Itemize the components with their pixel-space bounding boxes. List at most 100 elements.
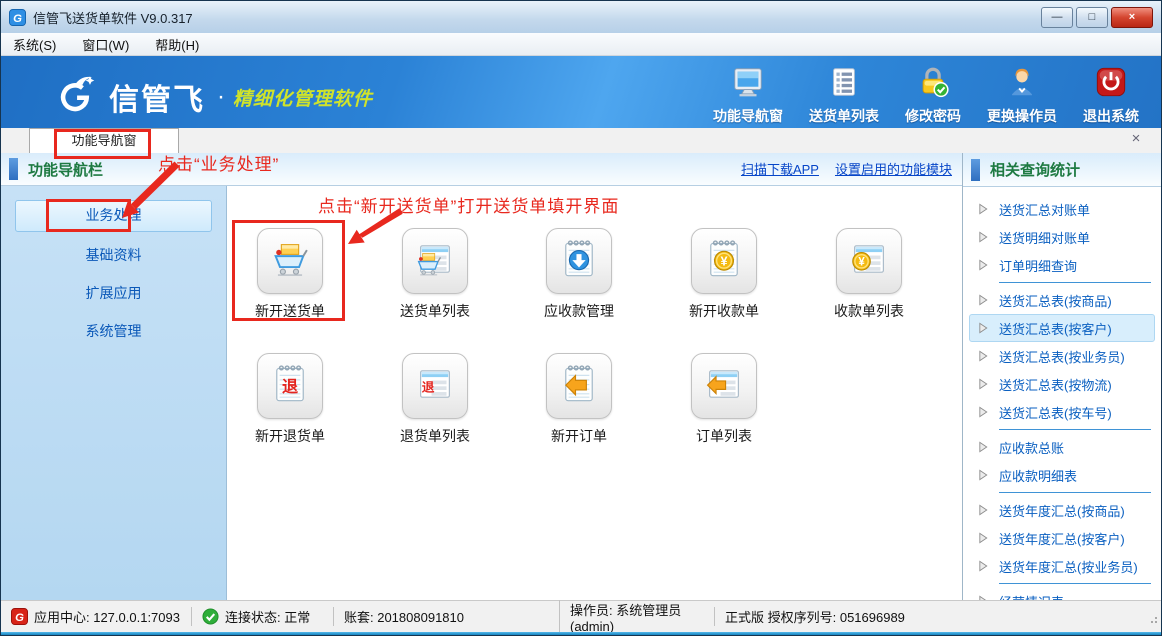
query-item-label: 送货汇总表(按业务员) (999, 347, 1125, 366)
toolbar-button-switch-operator[interactable]: 更换操作员 (987, 65, 1057, 126)
list-divider (999, 429, 1151, 430)
tile-new-return-note[interactable]: 退新开退货单 (225, 353, 355, 446)
brand-tagline: 精细化管理软件 (233, 84, 373, 111)
query-item[interactable]: 送货汇总表(按物流) (969, 370, 1155, 398)
accent-bar (971, 159, 980, 181)
notepad-coin-icon: ¥ (701, 236, 747, 287)
query-item[interactable]: 订单明细查询 (969, 251, 1155, 279)
tile-delivery-note-list[interactable]: 送货单列表 (370, 228, 500, 321)
tab-nav-window[interactable]: 功能导航窗 (29, 128, 179, 153)
monitor-icon (731, 65, 765, 104)
menu-item-system[interactable]: 系统(S) (13, 35, 56, 54)
close-button[interactable]: × (1111, 7, 1153, 28)
triangle-right-icon (978, 294, 989, 306)
query-item-label: 应收款总账 (999, 438, 1064, 457)
cart-icon (267, 236, 313, 287)
query-item-label: 送货汇总表(按客户) (999, 319, 1112, 338)
tile-return-note-list[interactable]: 退退货单列表 (370, 353, 500, 446)
query-item[interactable]: 送货年度汇总(按商品) (969, 496, 1155, 524)
tile-order-list[interactable]: 订单列表 (659, 353, 789, 446)
toolbar-button-nav-window[interactable]: 功能导航窗 (713, 65, 783, 126)
svg-text:¥: ¥ (720, 254, 727, 268)
tile-button-receivables-management[interactable] (546, 228, 612, 294)
toolbar-button-exit-system[interactable]: 退出系统 (1083, 65, 1139, 126)
notepad-back-icon (556, 361, 602, 412)
link-scan-download-app[interactable]: 扫描下载APP (741, 162, 819, 177)
status-bar: G应用中心: 127.0.0.1:7093连接状态: 正常账套: 2018080… (1, 600, 1161, 635)
triangle-right-icon (978, 231, 989, 243)
menu-item-help[interactable]: 帮助(H) (155, 35, 199, 54)
tile-label: 退货单列表 (370, 426, 500, 446)
restore-button[interactable]: □ (1076, 7, 1108, 28)
sidebar-item-basic-data[interactable]: 基础资料 (15, 240, 212, 270)
brand-separator: · (217, 83, 225, 111)
toolbar-button-change-password[interactable]: 修改密码 (905, 65, 961, 126)
window-return-icon: 退 (412, 361, 458, 412)
notepad-download-icon (556, 236, 602, 287)
tile-button-new-receipt[interactable]: ¥ (691, 228, 757, 294)
status-label: 账套: 201808091810 (344, 607, 464, 626)
query-list: 送货汇总对账单送货明细对账单订单明细查询送货汇总表(按商品) 送货汇总表(按客户)… (963, 187, 1161, 615)
menu-bar: 系统(S) 窗口(W) 帮助(H) (1, 33, 1161, 56)
resize-grip-icon[interactable] (1147, 612, 1159, 630)
tile-button-return-note-list[interactable]: 退 (402, 353, 468, 419)
accent-bar (9, 158, 18, 180)
list-divider (999, 282, 1151, 283)
query-item-label: 送货年度汇总(按客户) (999, 529, 1125, 548)
tile-button-receipt-list[interactable]: ¥ (836, 228, 902, 294)
tile-button-new-order[interactable] (546, 353, 612, 419)
svg-text:G: G (15, 612, 24, 624)
triangle-right-icon (978, 504, 989, 516)
query-panel-header: 相关查询统计 (963, 153, 1161, 187)
tab-close-icon[interactable]: × (1127, 130, 1145, 148)
tile-receivables-management[interactable]: 应收款管理 (514, 228, 644, 321)
query-panel-title: 相关查询统计 (990, 159, 1080, 180)
triangle-right-icon (978, 322, 989, 334)
toolbar-label: 功能导航窗 (713, 106, 783, 126)
app-logo-red-icon: G (11, 608, 28, 625)
svg-text:G: G (13, 12, 22, 24)
app-window: G 信管飞送货单软件 V9.0.317 —□× 系统(S)窗口(W)帮助(H) … (0, 0, 1162, 636)
query-item[interactable]: 送货汇总表(按客户) (969, 314, 1155, 342)
tile-button-delivery-note-list[interactable] (402, 228, 468, 294)
toolbar-button-delivery-note-list[interactable]: 送货单列表 (809, 65, 879, 126)
triangle-right-icon (978, 560, 989, 572)
triangle-right-icon (978, 469, 989, 481)
minimize-button[interactable]: — (1041, 7, 1073, 28)
tile-new-delivery-note[interactable]: 新开送货单 (225, 228, 355, 321)
query-item[interactable]: 送货汇总表(按商品) (969, 286, 1155, 314)
query-item-label: 送货汇总对账单 (999, 200, 1090, 219)
query-item[interactable]: 送货年度汇总(按客户) (969, 524, 1155, 552)
tile-button-order-list[interactable] (691, 353, 757, 419)
query-item[interactable]: 送货年度汇总(按业务员) (969, 552, 1155, 580)
sidebar-item-system-management[interactable]: 系统管理 (15, 316, 212, 346)
query-item[interactable]: 送货汇总表(按业务员) (969, 342, 1155, 370)
query-item[interactable]: 应收款明细表 (969, 461, 1155, 489)
sidebar-item-business-processing[interactable]: 业务处理 (15, 200, 212, 232)
toolbar-label: 更换操作员 (987, 106, 1057, 126)
xinguanfei-logo-icon (51, 73, 101, 121)
menu-item-window[interactable]: 窗口(W) (82, 35, 129, 54)
app-logo-icon: G (9, 9, 26, 26)
tile-label: 订单列表 (659, 426, 789, 446)
link-set-enabled-modules[interactable]: 设置启用的功能模块 (835, 162, 952, 177)
nav-links: 扫描下载APP 设置启用的功能模块 (725, 159, 952, 179)
title-bar: G 信管飞送货单软件 V9.0.317 —□× (1, 1, 1161, 34)
status-connection-status: 连接状态: 正常 (191, 607, 333, 626)
status-label: 操作员: 系统管理员(admin) (570, 600, 714, 634)
tile-button-new-return-note[interactable]: 退 (257, 353, 323, 419)
tile-button-new-delivery-note[interactable] (257, 228, 323, 294)
query-item[interactable]: 送货汇总对账单 (969, 195, 1155, 223)
tile-new-order[interactable]: 新开订单 (514, 353, 644, 446)
tile-receipt-list[interactable]: ¥收款单列表 (804, 228, 934, 321)
query-item[interactable]: 应收款总账 (969, 433, 1155, 461)
query-item[interactable]: 送货汇总表(按车号) (969, 398, 1155, 426)
query-item-label: 送货汇总表(按物流) (999, 375, 1112, 394)
svg-text:¥: ¥ (858, 256, 865, 268)
query-item-label: 送货汇总表(按车号) (999, 403, 1112, 422)
query-item[interactable]: 送货明细对账单 (969, 223, 1155, 251)
cart-window-icon (412, 236, 458, 287)
tile-new-receipt[interactable]: ¥新开收款单 (659, 228, 789, 321)
sidebar-item-extended-apps[interactable]: 扩展应用 (15, 278, 212, 308)
nav-header: 功能导航栏 扫描下载APP设置启用的功能模块 (1, 153, 962, 186)
